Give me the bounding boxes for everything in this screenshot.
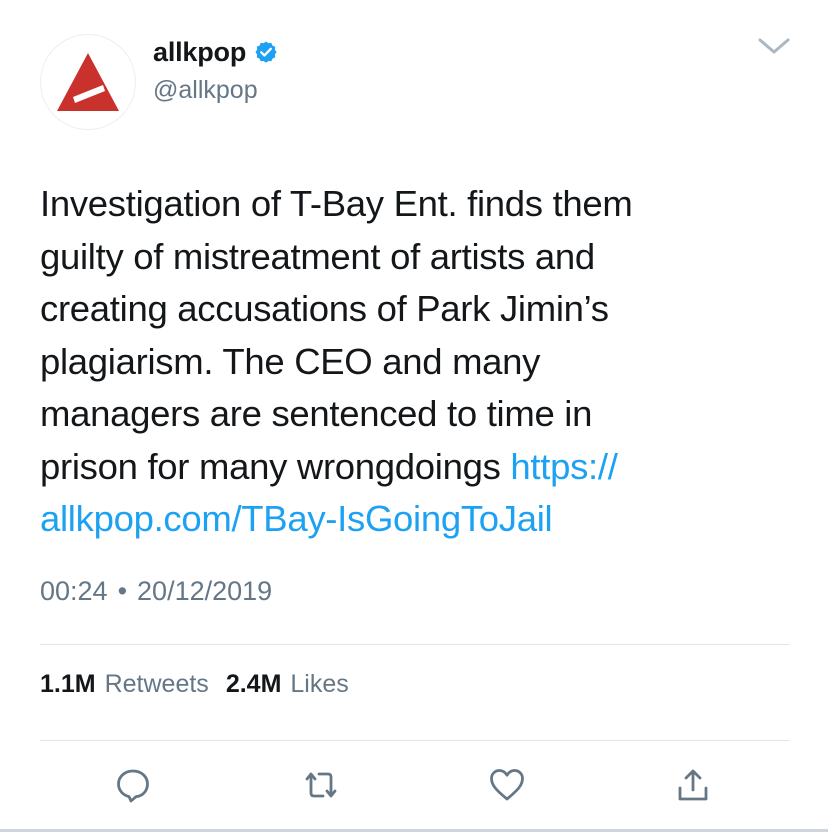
author-avatar[interactable] [40,34,136,130]
divider [40,644,790,645]
likes-label[interactable]: Likes [290,670,348,699]
allkpop-logo-icon [57,53,119,111]
retweet-icon [305,772,337,798]
like-button[interactable] [484,762,530,808]
share-icon [678,769,708,801]
tweet-text-line: managers are sentenced to time in [40,393,593,434]
tweet-timestamp[interactable]: 00:24 • 20/12/2019 [40,576,272,607]
tweet-date: 20/12/2019 [137,576,273,606]
tweet-text-line: allkpop.com/TBay-IsGoingToJail [40,493,800,546]
tweet-text-line: prison for many wrongdoings https:// [40,441,800,494]
tweet-text-line: Investigation of T-Bay Ent. finds them [40,183,633,224]
verified-badge-icon [255,41,277,63]
like-count[interactable]: 2.4M [226,670,282,699]
tweet-text-tail: prison for many wrongdoings [40,445,511,487]
retweet-button[interactable] [298,762,344,808]
reply-button[interactable] [110,762,156,808]
tweet-actions-bar [0,762,828,808]
divider [40,740,790,741]
author-handle[interactable]: @allkpop [153,76,258,105]
timestamp-separator: • [117,576,128,606]
tweet-text-line: guilty of mistreatment of artists and [40,235,595,277]
share-button[interactable] [670,762,716,808]
author-name[interactable]: allkpop [153,37,246,68]
tweet-text-line: plagiarism. The CEO and many [40,340,541,382]
tweet-text: Investigation of T-Bay Ent. finds them g… [40,178,800,546]
like-icon [490,769,524,801]
tweet-card: allkpop @allkpop Investigation of T-Bay … [0,0,828,832]
tweet-time: 00:24 [40,576,108,606]
tweet-link[interactable]: https:// [510,446,617,487]
tweet-stats: 1.1M Retweets 2.4M Likes [40,670,357,699]
chevron-down-icon[interactable] [756,34,792,58]
tweet-text-line: creating accusations of Park Jimin’s [40,288,609,329]
author-name-row[interactable]: allkpop [153,36,278,68]
retweet-count[interactable]: 1.1M [40,670,96,699]
reply-icon [117,769,149,803]
retweets-label[interactable]: Retweets [105,670,209,699]
tweet-link-continued[interactable]: allkpop.com/TBay-IsGoingToJail [40,498,553,539]
